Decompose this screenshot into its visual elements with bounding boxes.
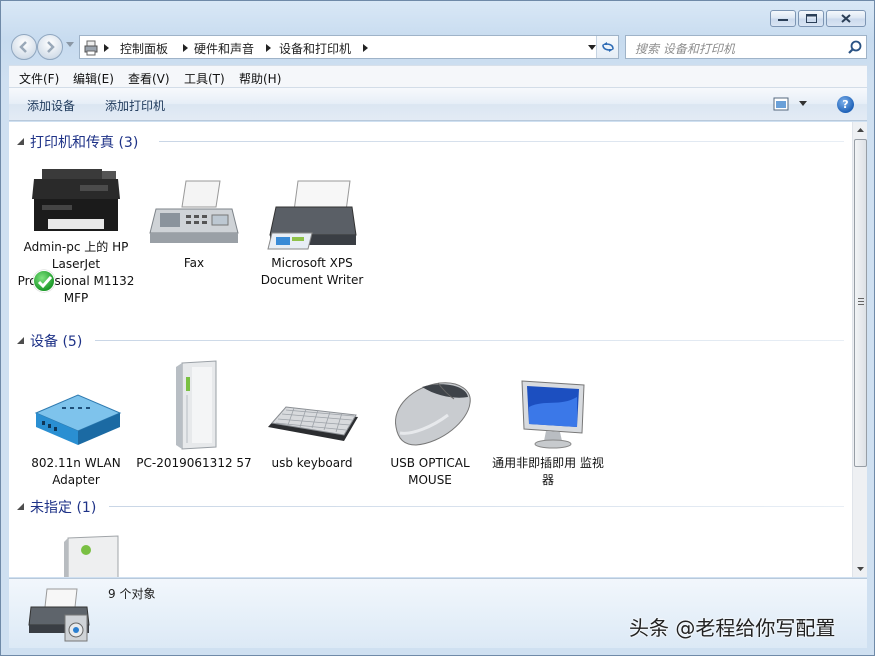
device-item-fax[interactable]: Fax	[135, 177, 253, 272]
close-icon	[841, 14, 851, 23]
device-item-usb-keyboard[interactable]: usb keyboard	[253, 377, 371, 472]
device-item-usb-mouse[interactable]: USB OPTICAL MOUSE	[371, 377, 489, 489]
menu-edit[interactable]: 编辑(E)	[73, 70, 114, 87]
default-printer-check-icon	[33, 270, 55, 292]
add-printer-button[interactable]: 添加打印机	[105, 97, 165, 114]
collapse-arrow-icon[interactable]	[17, 337, 24, 344]
mouse-icon	[395, 382, 471, 446]
address-dropdown-icon[interactable]	[588, 45, 596, 50]
laserjet-mfp-icon	[32, 169, 120, 231]
close-button[interactable]	[826, 10, 866, 27]
collapse-arrow-icon[interactable]	[17, 138, 24, 145]
devices-content-pane: 打印机和传真 (3) Admin-pc 上的 HP LaserJet Profe…	[9, 122, 852, 577]
group-divider	[159, 141, 844, 142]
scroll-down-button[interactable]	[853, 561, 868, 577]
group-title-unspecified: 未指定 (1)	[30, 500, 97, 516]
breadcrumb-hardware-sound[interactable]: 硬件和声音	[194, 40, 254, 57]
fax-icon	[149, 180, 239, 243]
minimize-icon	[778, 18, 788, 21]
forward-arrow-icon	[47, 41, 55, 53]
device-label: Microsoft XPS Document Writer	[260, 256, 364, 287]
address-bar[interactable]: 控制面板 硬件和声音 设备和打印机	[79, 35, 619, 59]
vertical-scrollbar[interactable]	[852, 122, 867, 577]
device-label: usb keyboard	[271, 456, 353, 470]
breadcrumb-control-panel[interactable]: 控制面板	[120, 40, 168, 57]
minimize-button[interactable]	[770, 10, 796, 27]
unspecified-device-icon	[64, 535, 119, 577]
breadcrumb-separator-icon[interactable]	[183, 44, 188, 52]
group-title-printers: 打印机和传真 (3)	[30, 135, 139, 151]
checkmark-icon	[37, 276, 53, 289]
menu-bar: 文件(F) 编辑(E) 查看(V) 工具(T) 帮助(H)	[9, 65, 867, 87]
scroll-down-arrow-icon	[857, 567, 864, 571]
breadcrumb-separator-icon[interactable]	[363, 44, 368, 52]
device-item-unspecified[interactable]	[17, 532, 135, 577]
devices-printers-icon	[84, 40, 98, 56]
search-icon[interactable]	[848, 40, 862, 54]
back-button[interactable]	[11, 34, 37, 60]
refresh-button[interactable]	[596, 36, 618, 58]
wlan-adapter-icon	[34, 394, 122, 445]
scroll-grip-icon	[858, 298, 864, 305]
view-options-dropdown-icon[interactable]	[799, 101, 807, 106]
help-button[interactable]: ?	[837, 96, 854, 113]
item-count-label: 9 个对象	[108, 587, 156, 601]
maximize-button[interactable]	[798, 10, 824, 27]
device-item-pc[interactable]: PC-2019061312 57	[135, 359, 253, 472]
menu-help[interactable]: 帮助(H)	[239, 70, 281, 87]
group-header-unspecified[interactable]: 未指定 (1)	[9, 496, 852, 516]
breadcrumb-separator-icon	[104, 44, 109, 52]
recent-pages-dropdown-icon[interactable]	[66, 42, 74, 48]
monitor-icon	[521, 380, 585, 449]
add-device-button[interactable]: 添加设备	[27, 97, 75, 114]
scroll-up-arrow-icon	[857, 128, 864, 132]
explorer-window: 控制面板 硬件和声音 设备和打印机 搜索 设备和打印机 文件(F) 编辑(E) …	[0, 0, 875, 656]
group-header-printers[interactable]: 打印机和传真 (3)	[9, 131, 852, 151]
caption-buttons	[768, 10, 866, 27]
device-label: 802.11n WLAN Adapter	[31, 456, 121, 487]
collapse-arrow-icon[interactable]	[17, 503, 24, 510]
menu-tools[interactable]: 工具(T)	[184, 70, 225, 87]
scrollbar-thumb[interactable]	[854, 139, 867, 467]
xps-printer-icon	[267, 180, 357, 250]
refresh-icon	[601, 42, 614, 52]
keyboard-icon	[268, 406, 358, 441]
group-title-devices: 设备 (5)	[30, 334, 83, 350]
group-divider	[109, 506, 844, 507]
back-arrow-icon	[19, 41, 27, 53]
breadcrumb-separator-icon[interactable]	[266, 44, 271, 52]
maximize-icon	[805, 14, 817, 23]
device-item-monitor[interactable]: 通用非即插即用 监视器	[489, 377, 607, 489]
devices-printers-icon	[28, 588, 90, 642]
computer-tower-icon	[176, 360, 217, 450]
command-bar: 添加设备 添加打印机 ?	[9, 87, 867, 121]
search-box[interactable]: 搜索 设备和打印机	[625, 35, 867, 59]
device-item-xps-writer[interactable]: Microsoft XPS Document Writer	[253, 177, 371, 289]
search-placeholder: 搜索 设备和打印机	[635, 42, 735, 56]
navigation-bar: 控制面板 硬件和声音 设备和打印机 搜索 设备和打印机	[9, 32, 867, 62]
group-header-devices[interactable]: 设备 (5)	[9, 330, 852, 350]
group-divider	[95, 340, 844, 341]
device-item-hp-laserjet[interactable]: Admin-pc 上的 HP LaserJet Professional M11…	[17, 165, 135, 307]
breadcrumb-devices-printers[interactable]: 设备和打印机	[279, 40, 351, 57]
device-label: USB OPTICAL MOUSE	[390, 456, 470, 487]
change-view-icon[interactable]	[773, 97, 789, 111]
device-label: Fax	[183, 256, 205, 270]
device-label: 通用非即插即用 监视器	[492, 456, 604, 487]
scroll-up-button[interactable]	[853, 122, 868, 138]
forward-button[interactable]	[37, 34, 63, 60]
device-label: PC-2019061312 57	[136, 456, 252, 470]
watermark-text: 头条 @老程给你写配置	[629, 616, 836, 640]
menu-view[interactable]: 查看(V)	[128, 70, 170, 87]
device-item-wlan-adapter[interactable]: 802.11n WLAN Adapter	[17, 377, 135, 489]
menu-file[interactable]: 文件(F)	[19, 70, 59, 87]
